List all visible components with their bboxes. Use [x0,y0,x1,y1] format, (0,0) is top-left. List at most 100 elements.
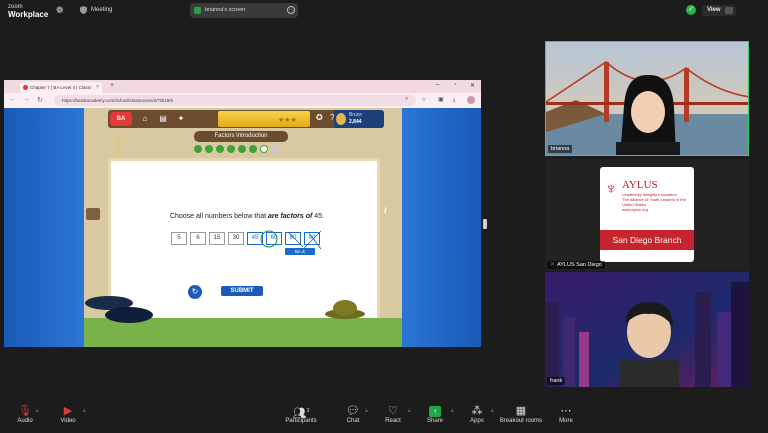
progress-dot [216,145,224,153]
participant-label: brianna [548,145,573,153]
share-label: Share [426,418,443,424]
progress-dots [194,145,279,153]
paw-icon[interactable]: ❁ [56,5,66,15]
player-badge[interactable]: Bruce 2,844 [334,110,384,128]
chat-label: Chat [346,418,360,424]
close-tab-icon[interactable]: × [96,82,99,93]
video-label: Video [60,418,76,424]
aylus-subtitle: The Alliance of Youth Leaders in the Uni… [622,197,686,207]
aylus-brand: AYLUS [622,179,658,191]
tires-decoration [85,296,153,323]
browser-tab[interactable]: Chapter 7 | BA Level 4 | Classr × [20,82,102,93]
reload-icon[interactable]: ↻ [37,96,43,104]
participants-icon: 👥︎3 [292,407,310,420]
submit-button[interactable]: SUBMIT [220,285,264,297]
golden-gate-background [546,42,748,155]
player-name: Bruce [349,112,363,118]
zoom-window: zoom Workplace ❁ Meeting brianna's scree… [0,0,768,433]
award-icon[interactable]: ✪ [316,113,323,122]
puzzle-icon[interactable]: ✦ [176,113,186,125]
view-button[interactable]: View [702,5,736,16]
progress-dot [260,145,268,153]
shield-icon[interactable] [80,6,87,14]
logo-line2: Workplace [8,10,49,19]
reset-icon[interactable]: ↻ [188,285,202,299]
breakout-rooms-button[interactable]: ▦ Breakout rooms [494,404,548,424]
aylus-logo-card: ♆ AYLUS Leadership Integrity Innovation … [600,167,694,262]
more-label: More [559,418,573,424]
breakout-grid-icon: ▦ [515,405,527,417]
info-icon[interactable]: i [384,205,396,217]
more-icon: ⋯ [560,405,572,417]
breakout-label: Breakout rooms [499,418,543,424]
progress-dot [227,145,235,153]
aylus-tagline: Leadership Integrity Innovation The Alli… [622,192,692,212]
maximize-icon[interactable]: ▫ [454,82,456,88]
audio-label: Audio [17,418,33,424]
participant-name: AYLUS San Diego [557,262,602,268]
neon-city-background [545,272,749,387]
meeting-label[interactable]: Meeting [91,7,112,13]
question-prefix: Choose all numbers below that [169,213,268,220]
level-bar: ★★★ [218,111,310,127]
participants-button[interactable]: 👥︎3 Participants [276,404,326,424]
question-emphasis: are factors of [268,213,313,220]
pencil-icon[interactable] [86,208,100,220]
aylus-branch: San Diego Branch [600,230,694,250]
share-indicator-icon [194,7,201,14]
section-title: Factors Introduction [194,131,288,142]
more-button[interactable]: ⋯ More [541,404,591,424]
close-window-icon[interactable]: ✕ [470,82,475,89]
participant-name: frank [550,378,563,384]
bookmark-star-icon[interactable]: ☆ [421,96,426,103]
question-suffix: 45. [312,213,325,220]
react-label: React [385,418,401,424]
browser-toolbar: ← → ↻ https://beastacademy.com/school/cl… [4,93,481,108]
top-bar: zoom Workplace ❁ Meeting brianna's scree… [0,0,768,22]
participant-name: brianna [551,146,570,152]
zoom-search-icon[interactable]: ⌕ [405,96,408,103]
back-icon[interactable]: ← [9,96,16,103]
torch-icon: ♆ [605,181,617,198]
profile-avatar[interactable] [467,96,475,104]
audio-options-caret-icon[interactable]: ^ [36,410,39,416]
meeting-controls: 🎙︎ Audio ^ ▶ Video ^ 👥︎3 Participants 💬︎ Cha… [0,402,768,433]
ink-annotations [260,230,322,253]
muted-mic-icon: ✕ [550,262,556,268]
zoom-logo: zoom Workplace [8,3,48,19]
progress-dot [205,145,213,153]
player-avatar [336,113,346,125]
participant-video-aylus[interactable]: ♆ AYLUS Leadership Integrity Innovation … [545,159,749,271]
stars-icon: ★★★ [278,117,297,124]
left-blue-panel [4,108,84,347]
game-stage: BA ⌂ ▤ ✦ ★★★ ✪ ? ⚙ Bruce 2,844 Factors I [84,108,402,347]
participants-count: 3 [306,408,310,414]
participant-label: ✕ AYLUS San Diego [547,261,605,269]
tab-title: Chapter 7 | BA Level 4 | Classr [30,85,92,90]
participant-label: frank [547,377,566,385]
downloads-icon[interactable]: ⭳ [453,96,455,106]
beast-academy-game: BA ⌂ ▤ ✦ ★★★ ✪ ? ⚙ Bruce 2,844 Factors I [4,108,481,347]
game-toolbar: BA ⌂ ▤ ✦ ★★★ ✪ ? ⚙ [108,110,358,128]
more-options-icon[interactable]: ⋯ [287,6,295,14]
home-icon[interactable]: ⌂ [140,113,150,125]
address-bar[interactable]: https://beastacademy.com/school/classroo… [54,95,416,106]
minimize-icon[interactable]: – [436,82,439,88]
participant-video-frank[interactable]: frank [545,272,749,387]
progress-dot [249,145,257,153]
view-label: View [707,7,721,13]
extensions-icon[interactable]: ▣ [438,96,444,103]
video-options-caret-icon[interactable]: ^ [83,410,86,416]
shared-screen-pill[interactable]: brianna's screen ⋯ [190,3,298,18]
view-control[interactable]: ✓ View [686,5,736,16]
ba-logo[interactable]: BA [110,112,132,126]
book-icon[interactable]: ▤ [158,113,168,125]
participant-video-brianna[interactable]: brianna [545,41,749,156]
hat-decoration [325,300,365,319]
favicon-icon [23,85,28,90]
aylus-site: www.aylus.org [622,207,648,212]
forward-icon[interactable]: → [23,96,30,103]
split-resize-handle[interactable] [483,219,487,229]
new-tab-icon[interactable]: + [108,82,116,90]
shared-browser-window[interactable]: Chapter 7 | BA Level 4 | Classr × + – ▫ … [4,80,481,347]
